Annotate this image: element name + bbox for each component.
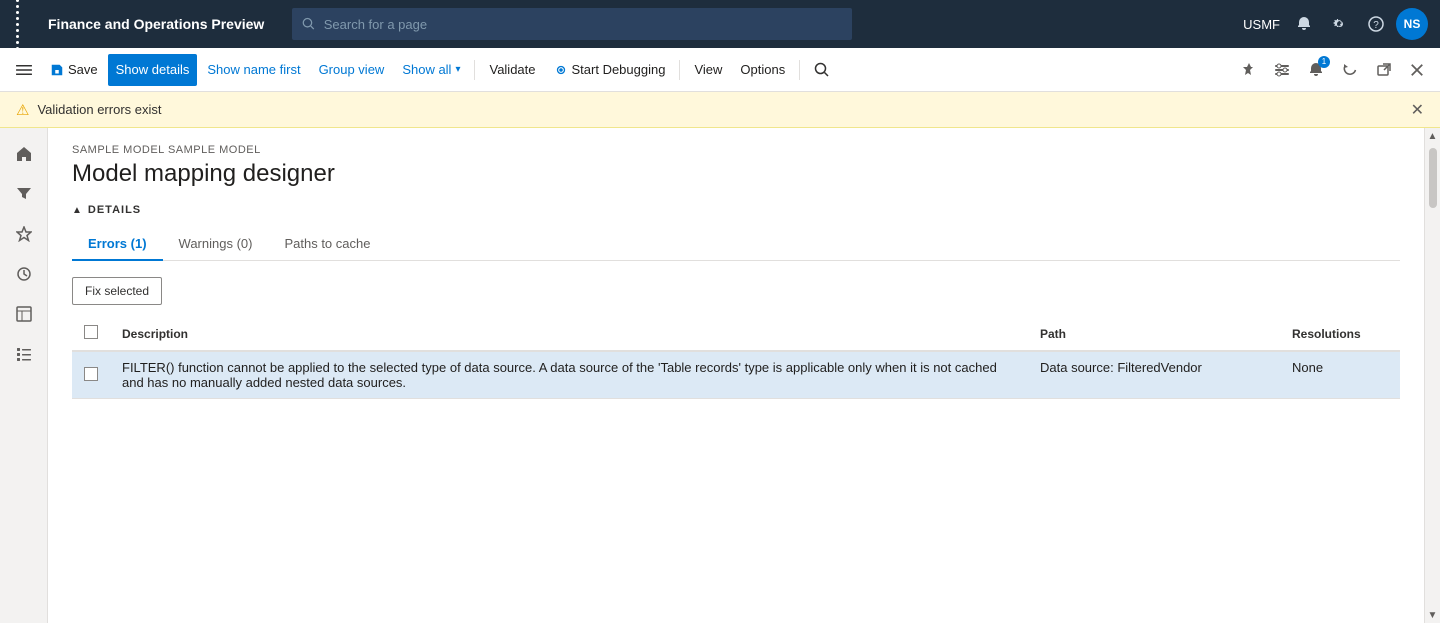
cmd-divider-1 [474,60,475,80]
star-icon [16,226,32,242]
cmd-divider-2 [679,60,680,80]
save-button[interactable]: Save [42,54,106,86]
close-icon-button[interactable] [1402,54,1432,86]
pin-icon-button[interactable] [1232,54,1264,86]
company-label: USMF [1243,17,1280,32]
search-bar[interactable] [292,8,852,40]
save-icon [50,63,64,77]
sidebar-list-button[interactable] [6,336,42,372]
warning-icon: ⚠ [16,101,29,119]
options-button[interactable]: Options [732,54,793,86]
start-debugging-button[interactable]: Start Debugging [546,54,674,86]
hamburger-menu-button[interactable] [8,54,40,86]
row-path: Data source: FilteredVendor [1028,351,1280,399]
refresh-icon-button[interactable] [1334,54,1366,86]
search-cmd-icon [814,62,830,78]
row-checkbox[interactable] [84,367,98,381]
row-checkbox-cell [72,351,110,399]
select-all-checkbox[interactable] [84,325,98,339]
settings-gear-icon[interactable] [1324,8,1356,40]
cmd-bar-right: 1 [1232,54,1432,86]
validation-close-button[interactable]: ✕ [1411,100,1424,120]
right-scrollbar: ▲ ▼ [1424,128,1440,623]
show-details-button[interactable]: Show details [108,54,198,86]
sidebar-filter-button[interactable] [6,176,42,212]
error-table: Description Path Resolutions FILTER() fu… [72,317,1400,399]
debug-icon [554,63,568,77]
home-icon [16,146,32,162]
sidebar [0,128,48,623]
search-command-icon[interactable] [806,54,838,86]
view-button[interactable]: View [686,54,730,86]
pin-icon [1240,62,1256,78]
details-header[interactable]: ▲ DETAILS [72,204,1400,216]
table-header-resolutions: Resolutions [1280,317,1400,351]
notifications-badge-button[interactable]: 1 [1300,54,1332,86]
nav-right: USMF ? NS [1243,8,1428,40]
table-header-check [72,317,110,351]
validation-message: Validation errors exist [37,102,1402,117]
show-name-first-button[interactable]: Show name first [199,54,308,86]
validate-button[interactable]: Validate [481,54,543,86]
personalize-icon-button[interactable] [1266,54,1298,86]
sidebar-home-button[interactable] [6,136,42,172]
open-new-window-icon [1376,62,1392,78]
breadcrumb: SAMPLE MODEL SAMPLE MODEL [72,144,1400,156]
notification-count: 1 [1318,56,1330,68]
refresh-icon [1342,62,1358,78]
table-row[interactable]: FILTER() function cannot be applied to t… [72,351,1400,399]
table-icon [16,306,32,322]
tab-errors[interactable]: Errors (1) [72,228,163,261]
notification-bell-icon[interactable] [1288,8,1320,40]
collapse-triangle-icon: ▲ [72,205,82,216]
scroll-up-arrow[interactable]: ▲ [1425,128,1440,144]
cmd-divider-3 [799,60,800,80]
sidebar-clock-button[interactable] [6,256,42,292]
search-input[interactable] [324,17,843,32]
table-header-row: Description Path Resolutions [72,317,1400,351]
help-question-icon[interactable]: ? [1360,8,1392,40]
sidebar-table-button[interactable] [6,296,42,332]
tab-warnings[interactable]: Warnings (0) [163,228,269,261]
content-area: SAMPLE MODEL SAMPLE MODEL Model mapping … [48,128,1424,623]
avatar[interactable]: NS [1396,8,1428,40]
clock-icon [16,266,32,282]
command-bar: Save Show details Show name first Group … [0,48,1440,92]
personalize-icon [1274,62,1290,78]
validation-bar: ⚠ Validation errors exist ✕ [0,92,1440,128]
close-icon [1410,63,1424,77]
app-grid-icon[interactable] [12,0,32,54]
svg-text:?: ? [1373,20,1379,31]
top-nav: Finance and Operations Preview USMF ? NS [0,0,1440,48]
page-title: Model mapping designer [72,160,1400,188]
show-all-button[interactable]: Show all ▾ [394,54,468,86]
list-icon [16,346,32,362]
main-layout: SAMPLE MODEL SAMPLE MODEL Model mapping … [0,128,1440,623]
sidebar-star-button[interactable] [6,216,42,252]
table-header-path: Path [1028,317,1280,351]
search-icon [302,17,315,31]
details-tabs: Errors (1) Warnings (0) Paths to cache [72,228,1400,261]
table-header-description: Description [110,317,1028,351]
row-description: FILTER() function cannot be applied to t… [110,351,1028,399]
tab-paths-to-cache[interactable]: Paths to cache [268,228,386,261]
filter-icon [16,186,32,202]
show-all-chevron-icon: ▾ [455,64,460,75]
scroll-down-arrow[interactable]: ▼ [1425,607,1440,623]
hamburger-icon [16,62,32,78]
group-view-button[interactable]: Group view [311,54,393,86]
scroll-thumb[interactable] [1429,148,1437,208]
app-title: Finance and Operations Preview [48,16,264,32]
row-resolutions: None [1280,351,1400,399]
details-label: DETAILS [88,204,141,216]
open-new-window-icon-button[interactable] [1368,54,1400,86]
fix-selected-button[interactable]: Fix selected [72,277,162,305]
